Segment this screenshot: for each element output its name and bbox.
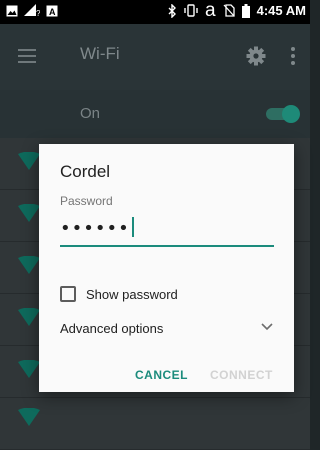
app-bar: Wi-Fi (0, 24, 310, 90)
more-vert-icon[interactable] (290, 46, 296, 66)
chevron-down-icon[interactable] (261, 323, 273, 331)
dialog-title: Cordel (60, 162, 111, 181)
switch-label: On (80, 105, 101, 122)
wifi-signal-icon (18, 360, 40, 378)
vibrate-icon (184, 4, 198, 17)
menu-icon[interactable] (18, 49, 36, 63)
wifi-signal-icon (18, 256, 40, 274)
wifi-signal-icon (18, 408, 40, 426)
page-title: Wi-Fi (80, 44, 120, 63)
no-sim-icon (223, 4, 235, 17)
cancel-button[interactable]: CANCEL (135, 368, 188, 382)
wifi-signal-icon (18, 308, 40, 326)
show-password-row[interactable]: Show password (60, 286, 178, 302)
password-label: Password (60, 194, 113, 208)
show-password-checkbox[interactable] (60, 286, 76, 302)
password-dots: •••••• (60, 218, 130, 239)
svg-text:?: ? (36, 9, 40, 17)
gear-icon[interactable] (246, 46, 266, 66)
svg-text:A: A (49, 7, 56, 17)
password-field[interactable]: •••••• (60, 217, 274, 247)
a-box-icon: A (46, 5, 58, 17)
a-icon: a (205, 0, 216, 21)
status-bar: ? A a 4:45 AM (0, 0, 310, 24)
wifi-signal-icon (18, 152, 40, 170)
bluetooth-icon (168, 3, 177, 18)
wifi-signal-icon (18, 204, 40, 222)
wifi-toggle[interactable] (266, 105, 300, 123)
wifi-master-switch-bar[interactable]: On (0, 90, 310, 138)
status-time: 4:45 AM (256, 3, 306, 18)
signal-question-icon: ? (24, 4, 40, 17)
connect-button[interactable]: CONNECT (210, 368, 273, 382)
password-value: •••••• (60, 217, 134, 239)
show-password-label: Show password (86, 286, 178, 302)
battery-icon (241, 3, 250, 18)
advanced-options-label[interactable]: Advanced options (60, 321, 163, 336)
image-icon (6, 5, 18, 16)
list-item[interactable] (0, 398, 310, 450)
text-caret (131, 217, 134, 237)
wifi-password-dialog: Cordel Password •••••• Show password Adv… (39, 144, 294, 392)
toggle-thumb (282, 105, 300, 123)
